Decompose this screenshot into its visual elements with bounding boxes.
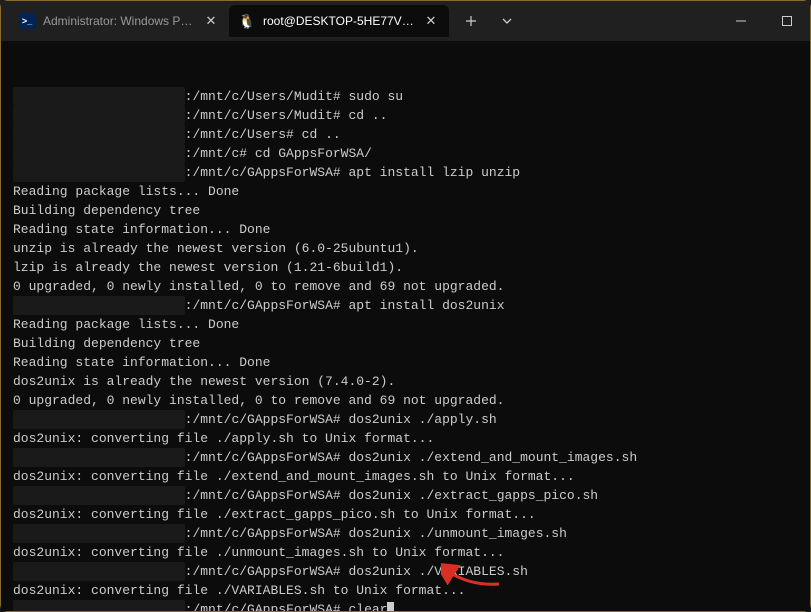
redacted-hostname: [13, 562, 185, 581]
minimize-button[interactable]: [718, 1, 764, 41]
terminal-line: dos2unix is already the newest version (…: [13, 372, 798, 391]
terminal-line: :/mnt/c/GAppsForWSA# dos2unix ./extract_…: [13, 486, 798, 505]
tab-powershell[interactable]: >_ Administrator: Windows PowerS ✕: [9, 5, 229, 37]
maximize-button[interactable]: [764, 1, 810, 41]
terminal-line: :/mnt/c/GAppsForWSA# dos2unix ./VARIABLE…: [13, 562, 798, 581]
terminal-line: dos2unix: converting file ./extend_and_m…: [13, 467, 798, 486]
redacted-hostname: [13, 125, 185, 144]
terminal-line: :/mnt/c/Users/Mudit# cd ..: [13, 106, 798, 125]
terminal-line: :/mnt/c/GAppsForWSA# apt install dos2uni…: [13, 296, 798, 315]
tab-dropdown-button[interactable]: [495, 9, 519, 33]
redacted-hostname: [13, 163, 185, 182]
redacted-hostname: [13, 486, 185, 505]
terminal-line: dos2unix: converting file ./unmount_imag…: [13, 543, 798, 562]
tab-label: root@DESKTOP-5HE77VO: /mn: [263, 14, 415, 28]
terminal-line: Reading state information... Done: [13, 353, 798, 372]
tab-label: Administrator: Windows PowerS: [43, 14, 195, 28]
tabs: >_ Administrator: Windows PowerS ✕ 🐧 roo…: [9, 5, 718, 37]
terminal-line: :/mnt/c/GAppsForWSA# dos2unix ./extend_a…: [13, 448, 798, 467]
terminal-line: Reading state information... Done: [13, 220, 798, 239]
terminal-line: Building dependency tree: [13, 334, 798, 353]
powershell-icon: >_: [19, 13, 35, 29]
terminal-line: dos2unix: converting file ./apply.sh to …: [13, 429, 798, 448]
redacted-hostname: [13, 524, 185, 543]
tux-icon: 🐧: [239, 13, 255, 29]
tab-linux[interactable]: 🐧 root@DESKTOP-5HE77VO: /mn ✕: [229, 5, 449, 37]
redacted-hostname: [13, 87, 185, 106]
terminal-line: Building dependency tree: [13, 201, 798, 220]
terminal-line: :/mnt/c/GAppsForWSA# dos2unix ./unmount_…: [13, 524, 798, 543]
terminal-output[interactable]: :/mnt/c/Users/Mudit# sudo su :/mnt/c/Use…: [1, 41, 810, 611]
close-icon[interactable]: ✕: [203, 13, 219, 29]
new-tab-button[interactable]: [459, 9, 483, 33]
terminal-line: Reading package lists... Done: [13, 315, 798, 334]
terminal-line: dos2unix: converting file ./extract_gapp…: [13, 505, 798, 524]
terminal-line: unzip is already the newest version (6.0…: [13, 239, 798, 258]
terminal-line: :/mnt/c/Users/Mudit# sudo su: [13, 87, 798, 106]
terminal-line: lzip is already the newest version (1.21…: [13, 258, 798, 277]
redacted-hostname: [13, 144, 185, 163]
terminal-line: :/mnt/c# cd GAppsForWSA/: [13, 144, 798, 163]
redacted-hostname: [13, 600, 185, 611]
redacted-hostname: [13, 106, 185, 125]
terminal-line: :/mnt/c/Users# cd ..: [13, 125, 798, 144]
terminal-line: :/mnt/c/GAppsForWSA# apt install lzip un…: [13, 163, 798, 182]
terminal-cursor: [387, 602, 394, 611]
terminal-line: 0 upgraded, 0 newly installed, 0 to remo…: [13, 277, 798, 296]
redacted-hostname: [13, 410, 185, 429]
terminal-line: :/mnt/c/GAppsForWSA# clear: [13, 600, 798, 611]
redacted-hostname: [13, 296, 185, 315]
close-icon[interactable]: ✕: [423, 13, 439, 29]
terminal-line: :/mnt/c/GAppsForWSA# dos2unix ./apply.sh: [13, 410, 798, 429]
terminal-line: Reading package lists... Done: [13, 182, 798, 201]
redacted-hostname: [13, 448, 185, 467]
window-controls: [718, 1, 810, 41]
terminal-line: dos2unix: converting file ./VARIABLES.sh…: [13, 581, 798, 600]
tab-actions: [449, 9, 519, 33]
titlebar: >_ Administrator: Windows PowerS ✕ 🐧 roo…: [1, 1, 810, 41]
terminal-line: 0 upgraded, 0 newly installed, 0 to remo…: [13, 391, 798, 410]
